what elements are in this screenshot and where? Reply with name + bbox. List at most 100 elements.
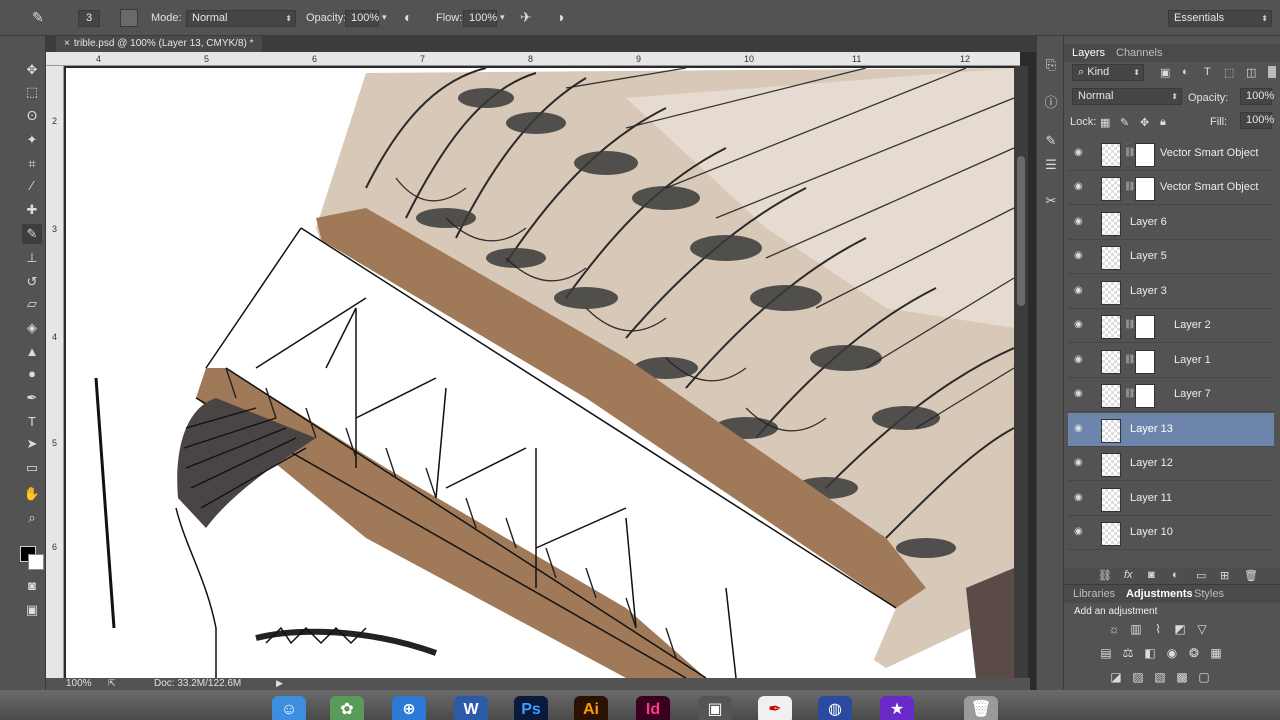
link-layers-icon[interactable]: ⛓ [1098, 569, 1112, 582]
status-menu-arrow-icon[interactable]: ▶ [276, 678, 283, 689]
pressure-size-icon[interactable]: ◑ [556, 9, 564, 25]
eye-icon[interactable]: ◉ [1074, 492, 1086, 503]
history-icon[interactable]: ⎘ [1042, 56, 1060, 74]
tab-adjustments[interactable]: Adjustments [1126, 588, 1193, 600]
flow-field[interactable]: 100% [463, 10, 497, 27]
canvas-scrollbar[interactable] [1014, 66, 1028, 678]
scrollbar-thumb[interactable] [1017, 156, 1025, 306]
tab-libraries[interactable]: Libraries [1073, 588, 1115, 600]
eye-icon[interactable]: ◉ [1074, 250, 1086, 261]
layer-name[interactable]: Layer 11 [1130, 492, 1172, 504]
marquee-tool-icon[interactable]: ⬚ [22, 82, 42, 102]
layer-row[interactable]: ◉ ⛓ Vector Smart Object [1068, 171, 1274, 205]
filter-pixel-icon[interactable]: ▣ [1160, 66, 1170, 79]
layer-name[interactable]: Vector Smart Object [1160, 147, 1258, 159]
quick-mask-icon[interactable]: ◙ [22, 576, 42, 596]
vibrance-icon[interactable]: ▽ [1194, 621, 1210, 637]
layer-name[interactable]: Layer 10 [1130, 526, 1173, 538]
filter-kind-dropdown[interactable]: ⌕ Kind ⬍ [1072, 64, 1144, 81]
layer-row[interactable]: ◉ Layer 11 [1068, 482, 1274, 516]
layer-name[interactable]: Layer 5 [1130, 250, 1167, 262]
brush-tool-icon[interactable]: ✎ [32, 9, 56, 27]
layer-row[interactable]: ◉ ⛓ Layer 7 [1068, 378, 1274, 412]
eraser-tool-icon[interactable]: ▱ [22, 294, 42, 314]
quick-select-tool-icon[interactable]: ✦ [22, 130, 42, 150]
photoshop-icon[interactable]: Ps [514, 696, 548, 720]
healing-tool-icon[interactable]: ✚ [22, 200, 42, 220]
filter-smart-object-icon[interactable]: ◫ [1246, 66, 1256, 79]
safari-icon[interactable]: ⊕ [392, 696, 426, 720]
bucket-tool-icon[interactable]: ◈ [22, 318, 42, 338]
illustrator-icon[interactable]: Ai [574, 696, 608, 720]
new-group-icon[interactable]: ▭ [1196, 569, 1206, 582]
layer-row[interactable]: ◉ Layer 6 [1068, 206, 1274, 240]
layer-row[interactable]: ◉ ⛓ Layer 2 [1068, 309, 1274, 343]
eye-icon[interactable]: ◉ [1074, 285, 1086, 296]
filter-adjustment-icon[interactable]: ◐ [1182, 66, 1189, 78]
word-icon[interactable]: W [454, 696, 488, 720]
background-color-swatch[interactable] [28, 554, 44, 570]
channel-mixer-icon[interactable]: ❂ [1186, 645, 1202, 661]
eye-icon[interactable]: ◉ [1074, 388, 1086, 399]
document-tab[interactable]: × trible.psd @ 100% (Layer 13, CMYK/8) * [56, 36, 262, 52]
layer-name[interactable]: Layer 13 [1130, 423, 1173, 435]
history-brush-tool-icon[interactable]: ↺ [22, 272, 42, 292]
dodge-tool-icon[interactable]: ● [22, 364, 42, 384]
lock-position-icon[interactable]: ✥ [1140, 116, 1149, 129]
path-select-tool-icon[interactable]: ➤ [22, 434, 42, 454]
stamp-tool-icon[interactable]: ⊥ [22, 248, 42, 268]
filter-toggle-icon[interactable] [1268, 66, 1276, 78]
layer-mask-thumbnail[interactable] [1135, 350, 1155, 374]
new-adjustment-icon[interactable]: ◐ [1172, 569, 1179, 581]
tools-icon[interactable]: ✂ [1042, 192, 1060, 210]
posterize-icon[interactable]: ▨ [1130, 669, 1146, 685]
tab-styles[interactable]: Styles [1194, 588, 1224, 600]
lasso-tool-icon[interactable]: ʘ [22, 106, 42, 126]
finder-icon[interactable]: ☺ [272, 696, 306, 720]
color-balance-icon[interactable]: ⚖ [1120, 645, 1136, 661]
workspace-dropdown[interactable]: Essentials ⬍ [1168, 10, 1272, 27]
pressure-opacity-icon[interactable]: ◐ [404, 9, 412, 25]
tab-channels[interactable]: Channels [1116, 47, 1162, 59]
photo-filter-icon[interactable]: ◉ [1164, 645, 1180, 661]
lock-pixels-icon[interactable]: ✎ [1120, 116, 1129, 129]
link-icon[interactable]: ⛓ [1124, 319, 1135, 330]
eye-icon[interactable]: ◉ [1074, 319, 1086, 330]
layer-name[interactable]: Layer 1 [1174, 354, 1211, 366]
pen-tool-icon[interactable]: ✒ [22, 388, 42, 408]
brush-size-field[interactable]: 3 [78, 10, 100, 27]
brush-panel-icon[interactable]: ✎ [1042, 132, 1060, 150]
brush-panel-icon[interactable] [120, 9, 138, 27]
add-mask-icon[interactable]: ◙ [1148, 569, 1155, 581]
opacity-field[interactable]: 100% [345, 10, 379, 27]
layer-mask-thumbnail[interactable] [1135, 315, 1155, 339]
layer-row[interactable]: ◉ ⛓ Vector Smart Object [1068, 137, 1274, 171]
blur-tool-icon[interactable]: ▲ [22, 342, 42, 362]
opacity-slider-arrow-icon[interactable]: ▾ [382, 12, 387, 23]
doc-info[interactable]: Doc: 33.2M/122.6M [154, 678, 241, 689]
acrobat-icon[interactable]: ✒ [758, 696, 792, 720]
brush-tool-icon[interactable]: ✎ [22, 224, 42, 244]
eye-icon[interactable]: ◉ [1074, 216, 1086, 227]
levels-icon[interactable]: ▥ [1128, 621, 1144, 637]
hand-tool-icon[interactable]: ✋ [22, 484, 42, 504]
brightness-icon[interactable]: ☼ [1106, 621, 1122, 637]
eye-icon[interactable]: ◉ [1074, 147, 1086, 158]
layer-name[interactable]: Layer 7 [1174, 388, 1211, 400]
layer-name[interactable]: Vector Smart Object [1160, 181, 1258, 193]
layer-name[interactable]: Layer 12 [1130, 457, 1173, 469]
layer-mask-thumbnail[interactable] [1135, 143, 1155, 167]
info-icon[interactable]: ⓘ [1042, 94, 1060, 112]
close-icon[interactable]: × [64, 38, 70, 49]
black-white-icon[interactable]: ◧ [1142, 645, 1158, 661]
eyedropper-tool-icon[interactable]: ⁄ [22, 176, 42, 196]
iphoto-icon[interactable]: ✿ [330, 696, 364, 720]
link-icon[interactable]: ⛓ [1124, 147, 1135, 158]
blend-mode-dropdown[interactable]: Normal ⬍ [1072, 88, 1182, 105]
trash-icon[interactable]: 🗑︎ [964, 696, 998, 720]
shape-tool-icon[interactable]: ▭ [22, 458, 42, 478]
tab-layers[interactable]: Layers [1072, 47, 1105, 59]
lock-all-icon[interactable]: 🔒︎ [1160, 116, 1166, 129]
trash-icon[interactable]: 🗑︎ [1244, 569, 1258, 582]
exposure-icon[interactable]: ◩ [1172, 621, 1188, 637]
